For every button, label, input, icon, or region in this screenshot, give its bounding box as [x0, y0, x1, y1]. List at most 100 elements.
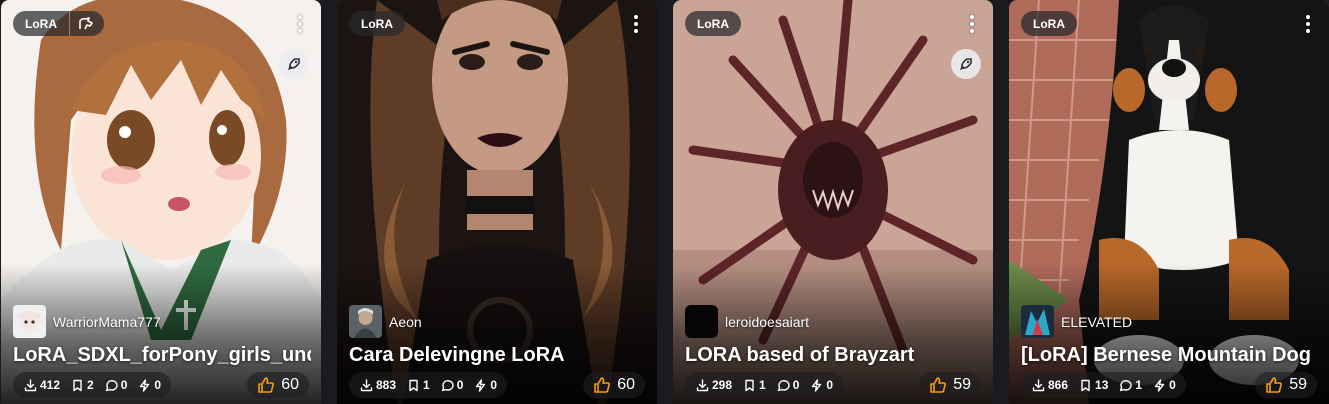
comments-count: 0	[792, 378, 800, 392]
downloads-count: 298	[712, 378, 733, 392]
creator-info[interactable]: ELEVATED	[1021, 305, 1132, 338]
like-button[interactable]: 60	[247, 372, 309, 398]
bookmarks-count: 13	[1095, 378, 1109, 392]
thumb-up-icon	[1266, 377, 1283, 393]
stat-bookmarks: 1	[743, 378, 766, 392]
bolt-icon	[812, 378, 822, 392]
bookmarks-count: 1	[423, 378, 430, 392]
model-card[interactable]: LoRA WarriorMama777 LoRA_SDXL_forPony_gi…	[1, 0, 321, 404]
model-stats: 412 2 0 0	[13, 372, 172, 398]
bookmark-icon	[409, 379, 418, 391]
model-type-label: LoRA	[361, 16, 393, 31]
download-icon	[360, 378, 373, 391]
likes-count: 60	[281, 376, 299, 393]
buzz-count: 0	[490, 378, 498, 392]
model-stats: 866 13 1 0	[1021, 372, 1186, 398]
download-icon	[24, 378, 37, 391]
bolt-icon	[140, 378, 150, 392]
comments-count: 0	[456, 378, 464, 392]
badge-divider	[69, 11, 70, 36]
comment-icon	[1120, 379, 1133, 391]
rocket-icon[interactable]	[951, 49, 981, 79]
stat-bookmarks: 1	[407, 378, 430, 392]
model-type-badge: LoRA	[349, 11, 405, 36]
model-title[interactable]: Cara Delevingne LoRA	[349, 344, 647, 367]
model-type-badge: LoRA	[1021, 11, 1077, 36]
stat-bookmarks: 2	[71, 378, 94, 392]
creator-info[interactable]: WarriorMama777	[13, 305, 161, 338]
stat-comments: 0	[105, 378, 128, 392]
bookmarks-count: 2	[87, 378, 94, 392]
download-icon	[1032, 378, 1045, 391]
stat-downloads: 866	[1032, 378, 1068, 392]
bolt-icon	[1154, 378, 1165, 392]
comments-count: 1	[1135, 378, 1143, 392]
thumb-up-icon	[930, 377, 947, 393]
more-vertical-icon[interactable]	[627, 10, 645, 38]
comment-icon	[105, 379, 118, 391]
model-card[interactable]: LoRA ELEVATED [LoRA] Bernese Mountain Do…	[1009, 0, 1329, 404]
avatar[interactable]	[685, 305, 718, 338]
bookmark-icon	[1081, 379, 1090, 391]
model-title[interactable]: LoRA_SDXL_forPony_girls_und_panzer	[13, 344, 311, 367]
model-card-grid: LoRA WarriorMama777 LoRA_SDXL_forPony_gi…	[0, 0, 1329, 404]
horse-flag-icon	[78, 16, 94, 31]
bookmark-icon	[73, 379, 82, 391]
thumb-up-icon	[258, 377, 275, 393]
likes-count: 59	[1289, 376, 1307, 393]
creator-username[interactable]: WarriorMama777	[53, 314, 161, 330]
download-icon	[696, 378, 709, 391]
model-card[interactable]: LoRA Aeon Cara Delevingne LoRA 883 1 0 0…	[337, 0, 657, 404]
comment-icon	[777, 379, 790, 391]
bookmark-icon	[745, 379, 754, 391]
likes-count: 59	[953, 376, 971, 393]
downloads-count: 866	[1048, 378, 1069, 392]
more-vertical-icon[interactable]	[963, 10, 981, 38]
avatar[interactable]	[1021, 305, 1054, 338]
downloads-count: 883	[376, 378, 397, 392]
model-stats: 298 1 0 0	[685, 372, 844, 398]
creator-username[interactable]: Aeon	[389, 314, 422, 330]
buzz-count: 0	[826, 378, 834, 392]
bolt-icon	[476, 378, 486, 392]
comments-count: 0	[120, 378, 128, 392]
more-vertical-icon[interactable]	[1299, 10, 1317, 38]
stat-comments: 0	[441, 378, 464, 392]
buzz-count: 0	[154, 378, 162, 392]
creator-info[interactable]: leroidoesaiart	[685, 305, 809, 338]
model-type-label: LoRA	[25, 16, 57, 31]
model-type-label: LoRA	[1033, 16, 1065, 31]
avatar[interactable]	[13, 305, 46, 338]
stat-buzz: 0	[474, 378, 497, 392]
creator-info[interactable]: Aeon	[349, 305, 422, 338]
like-button[interactable]: 59	[919, 372, 981, 398]
stat-downloads: 883	[360, 378, 396, 392]
model-card[interactable]: LoRA leroidoesaiart LORA based of Brayza…	[673, 0, 993, 404]
more-vertical-icon[interactable]	[291, 10, 309, 38]
model-type-badge: LoRA	[13, 11, 104, 36]
bookmarks-count: 1	[759, 378, 766, 392]
like-button[interactable]: 59	[1255, 372, 1317, 398]
stat-buzz: 0	[810, 378, 833, 392]
avatar[interactable]	[349, 305, 382, 338]
stat-buzz: 0	[1153, 378, 1176, 392]
buzz-count: 0	[1169, 378, 1176, 392]
model-type-label: LoRA	[697, 16, 729, 31]
stat-downloads: 298	[696, 378, 732, 392]
model-title[interactable]: [LoRA] Bernese Mountain Dog	[1021, 344, 1319, 367]
like-button[interactable]: 60	[583, 372, 645, 398]
comment-icon	[441, 379, 454, 391]
downloads-count: 412	[40, 378, 61, 392]
thumb-up-icon	[594, 377, 611, 393]
creator-username[interactable]: leroidoesaiart	[725, 314, 809, 330]
stat-comments: 0	[777, 378, 800, 392]
stat-buzz: 0	[138, 378, 161, 392]
likes-count: 60	[617, 376, 635, 393]
stat-bookmarks: 13	[1079, 378, 1108, 392]
creator-username[interactable]: ELEVATED	[1061, 314, 1132, 330]
model-stats: 883 1 0 0	[349, 372, 508, 398]
model-title[interactable]: LORA based of Brayzart	[685, 344, 983, 367]
rocket-icon[interactable]	[279, 49, 309, 79]
model-type-badge: LoRA	[685, 11, 741, 36]
stat-comments: 1	[1119, 378, 1142, 392]
